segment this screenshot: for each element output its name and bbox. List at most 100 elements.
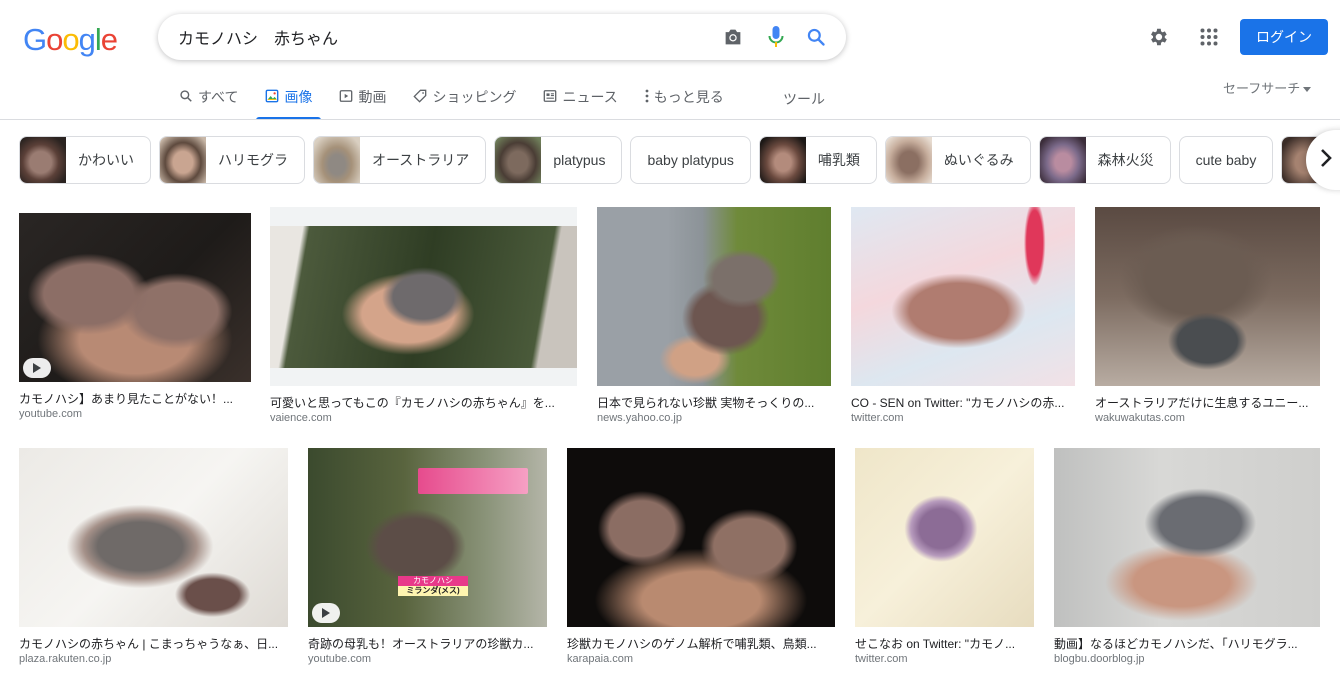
chip[interactable]: 森林火災: [1038, 136, 1171, 184]
google-logo[interactable]: Google: [23, 22, 118, 58]
logo-letter: o: [46, 22, 63, 57]
chip-label: platypus: [553, 152, 606, 168]
result-title[interactable]: 奇跡の母乳も！オーストラリアの珍獣カ...: [308, 636, 547, 652]
chip[interactable]: baby platypus: [630, 136, 751, 184]
chip-label: かわいい: [78, 152, 134, 168]
chevron-right-icon: [1320, 148, 1332, 173]
tab-shopping[interactable]: ショッピング: [410, 86, 519, 108]
tab-label: すべて: [198, 89, 239, 105]
image-icon: [265, 89, 279, 106]
chip[interactable]: オーストラリア: [313, 136, 487, 184]
image-result[interactable]: 動画】なるほどカモノハシだ、「ハリモグラ... blogbu.doorblog.…: [1054, 448, 1320, 667]
chip[interactable]: 哺乳類: [758, 136, 877, 184]
result-image[interactable]: カモノハシ ミランダ(メス): [308, 448, 547, 627]
result-title[interactable]: CO - SEN on Twitter: "カモノハシの赤...: [851, 395, 1075, 411]
tab-images[interactable]: 画像: [256, 86, 322, 120]
apps-grid-icon[interactable]: [1196, 24, 1222, 50]
result-source: twitter.com: [855, 653, 908, 665]
chip-label: 森林火災: [1097, 152, 1154, 168]
result-title[interactable]: カモノハシの赤ちゃん | こまっちゃうなぁ、日...: [19, 636, 288, 652]
tab-all[interactable]: すべて: [176, 86, 241, 108]
tab-videos[interactable]: 動画: [336, 86, 389, 108]
image-result[interactable]: CO - SEN on Twitter: "カモノハシの赤... twitter…: [851, 207, 1075, 426]
camera-icon[interactable]: [721, 25, 745, 49]
mic-icon[interactable]: [764, 25, 788, 49]
login-button[interactable]: ログイン: [1240, 19, 1328, 55]
image-result[interactable]: カモノハシ】あまり見たことがない！... youtube.com: [19, 213, 251, 422]
search-input[interactable]: [178, 26, 698, 48]
safesearch-label: セーフサーチ: [1223, 81, 1301, 96]
image-result[interactable]: 珍獣カモノハシのゲノム解析で哺乳類、鳥類... karapaia.com: [567, 448, 835, 667]
chip-label: cute baby: [1195, 152, 1257, 168]
chip[interactable]: ハリモグラ: [159, 136, 305, 184]
tv-caption-line2: ミランダ(メス): [398, 586, 468, 596]
result-image[interactable]: [19, 448, 288, 627]
result-image[interactable]: [19, 213, 251, 382]
result-title[interactable]: 可愛いと思ってもこの『カモノハシの赤ちゃん』を...: [270, 395, 577, 411]
result-image[interactable]: [855, 448, 1034, 627]
safesearch-dropdown[interactable]: セーフサーチ: [1223, 78, 1312, 97]
logo-letter: o: [62, 22, 79, 57]
play-icon: [23, 358, 51, 378]
result-title[interactable]: オーストラリアだけに生息するユニー...: [1095, 395, 1320, 411]
result-title[interactable]: 動画】なるほどカモノハシだ、「ハリモグラ...: [1054, 636, 1320, 652]
search-icon: [179, 89, 193, 106]
tools-button[interactable]: ツール: [783, 89, 825, 109]
more-vert-icon: [645, 89, 649, 106]
image-result[interactable]: せこなお on Twitter: "カモノ... twitter.com: [855, 448, 1034, 667]
image-result[interactable]: オーストラリアだけに生息するユニー... wakuwakutas.com: [1095, 207, 1320, 426]
tab-label: ニュース: [562, 89, 618, 105]
search-icon[interactable]: [804, 25, 828, 49]
image-result[interactable]: 可愛いと思ってもこの『カモノハシの赤ちゃん』を... vaience.com: [270, 207, 577, 426]
chip-thumbnail: [885, 137, 932, 183]
tab-label: ショッピング: [432, 89, 517, 105]
chip-thumbnail: [20, 137, 66, 183]
image-result[interactable]: 日本で見られない珍獣 実物そっくりの... news.yahoo.co.jp: [597, 207, 831, 426]
result-source: youtube.com: [308, 653, 371, 665]
chip-thumbnail: [1039, 137, 1086, 183]
result-title[interactable]: せこなお on Twitter: "カモノ...: [855, 636, 1034, 652]
result-source: karapaia.com: [567, 653, 634, 665]
result-source: plaza.rakuten.co.jp: [19, 653, 112, 665]
related-chips: かわいい ハリモグラ オーストラリア platypus baby platypu…: [19, 136, 1340, 184]
result-title[interactable]: カモノハシ】あまり見たことがない！...: [19, 391, 251, 407]
chip-thumbnail: [160, 137, 206, 183]
chip[interactable]: cute baby: [1178, 136, 1274, 184]
result-image[interactable]: [1095, 207, 1320, 386]
gear-icon[interactable]: [1145, 24, 1171, 50]
search-box: [158, 14, 846, 60]
chip-label: baby platypus: [647, 152, 734, 168]
chip[interactable]: ぬいぐるみ: [884, 136, 1031, 184]
tab-label: もっと見る: [653, 89, 724, 105]
result-source: twitter.com: [851, 412, 904, 424]
result-image[interactable]: [851, 207, 1075, 386]
result-source: blogbu.doorblog.jp: [1054, 653, 1145, 665]
play-icon: [312, 603, 340, 623]
logo-letter: e: [100, 22, 118, 57]
image-result[interactable]: カモノハシ ミランダ(メス) 奇跡の母乳も！オーストラリアの珍獣カ... you…: [308, 448, 547, 667]
tab-more[interactable]: もっと見る: [642, 86, 727, 108]
chip[interactable]: かわいい: [19, 136, 151, 184]
result-title[interactable]: 日本で見られない珍獣 実物そっくりの...: [597, 395, 831, 411]
chip-thumbnail: [495, 137, 542, 183]
result-source: vaience.com: [270, 412, 332, 424]
result-source: news.yahoo.co.jp: [597, 412, 682, 424]
chip-thumbnail: [314, 137, 360, 183]
result-image[interactable]: [270, 207, 577, 386]
caret-down-icon: [1303, 80, 1312, 95]
result-title[interactable]: 珍獣カモノハシのゲノム解析で哺乳類、鳥類...: [567, 636, 835, 652]
logo-letter: G: [23, 22, 47, 57]
header-divider: [0, 119, 1340, 120]
image-result[interactable]: カモノハシの赤ちゃん | こまっちゃうなぁ、日... plaza.rakuten…: [19, 448, 288, 667]
chip[interactable]: platypus: [494, 136, 623, 184]
video-icon: [339, 89, 353, 106]
result-image[interactable]: [1054, 448, 1320, 627]
result-image[interactable]: [597, 207, 831, 386]
tv-banner: [418, 468, 528, 494]
chip-label: ハリモグラ: [218, 152, 288, 168]
result-image[interactable]: [567, 448, 835, 627]
tab-news[interactable]: ニュース: [540, 86, 620, 108]
tab-label: 動画: [358, 89, 387, 105]
tv-caption-line1: カモノハシ: [398, 576, 468, 586]
news-icon: [543, 89, 557, 106]
